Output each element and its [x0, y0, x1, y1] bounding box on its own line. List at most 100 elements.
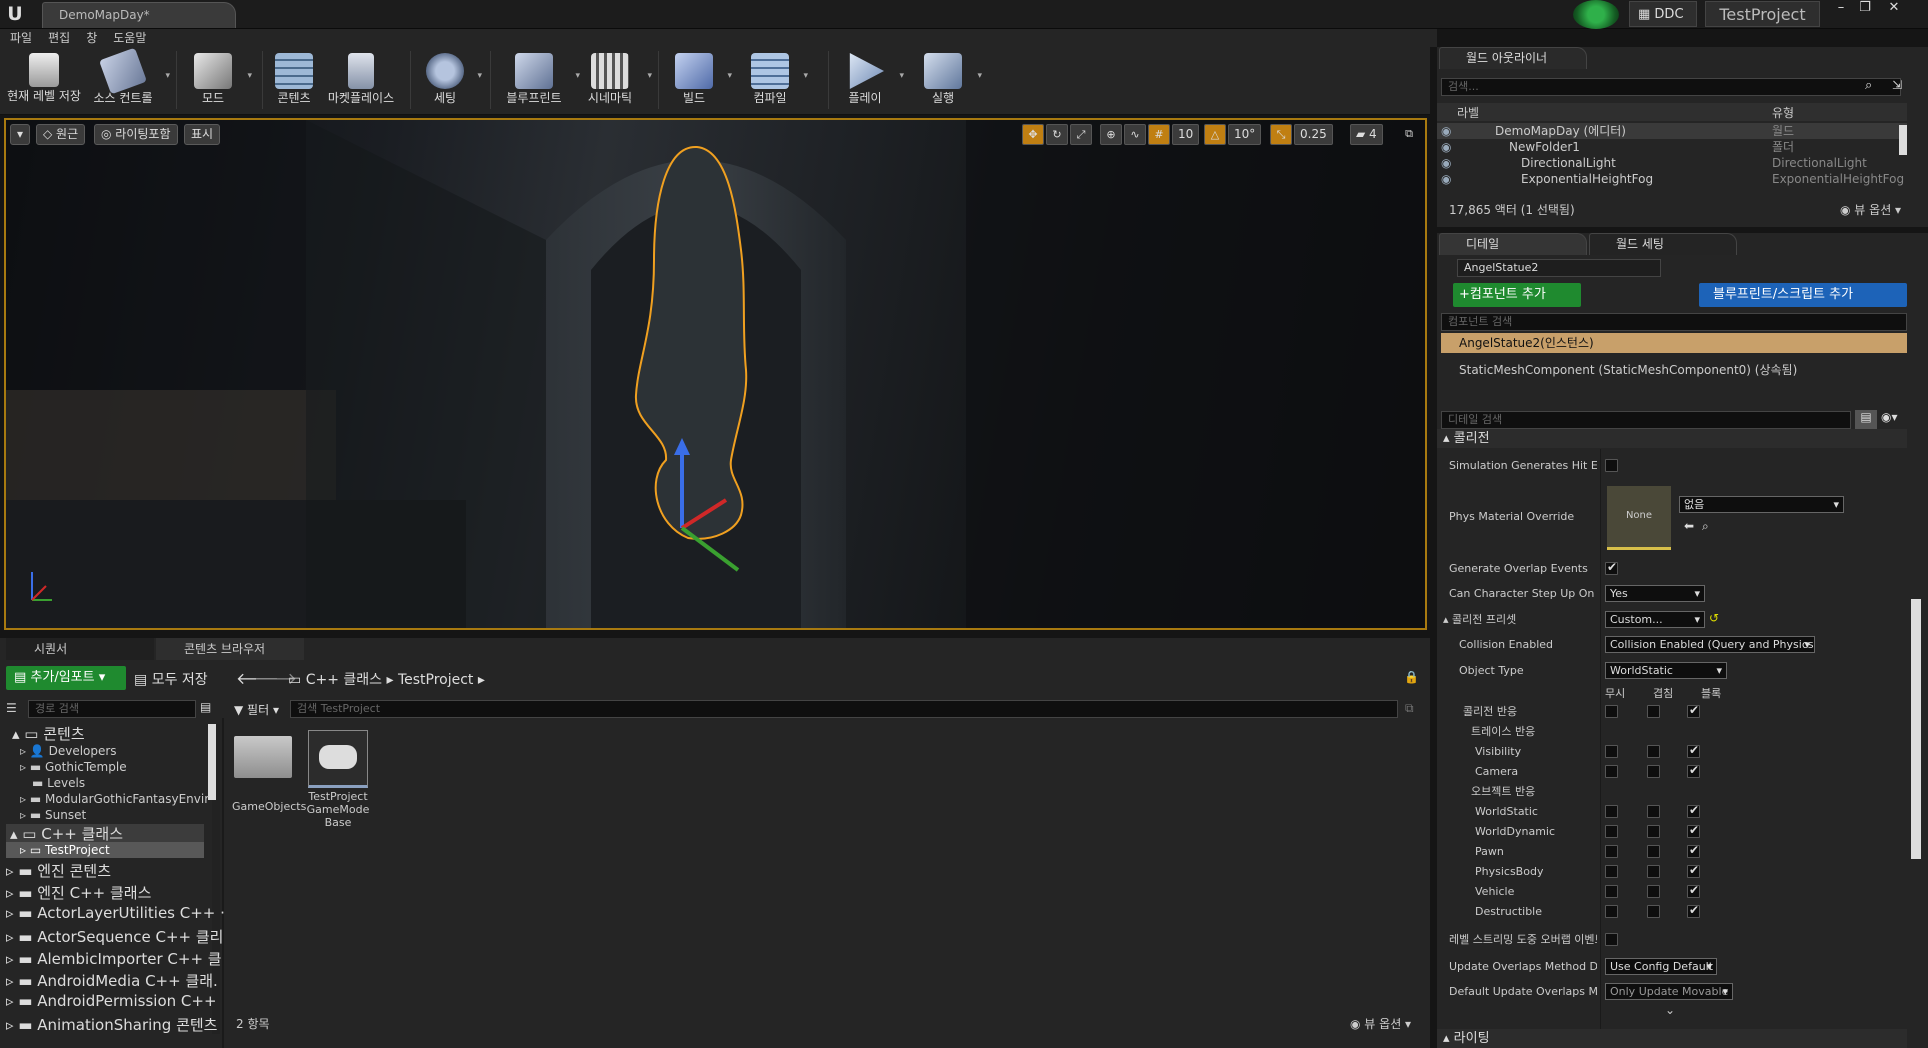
tree-item[interactable]: ▹ ▬ ModularGothicFantasyEnvir	[20, 792, 209, 806]
sources-toggle-icon[interactable]: ☰	[6, 701, 17, 715]
tab-world-settings[interactable]: 월드 세팅	[1589, 233, 1737, 255]
response-checkbox[interactable]	[1647, 865, 1660, 878]
response-checkbox[interactable]	[1605, 765, 1618, 778]
outliner-new-icon[interactable]: ⇲	[1892, 78, 1902, 92]
outliner-search-input[interactable]: 검색...	[1441, 78, 1901, 96]
response-checkbox[interactable]	[1687, 763, 1700, 778]
response-checkbox[interactable]	[1687, 703, 1700, 718]
blueprints-button[interactable]: 블루프린트 ▾	[500, 47, 580, 113]
ddc-button[interactable]: ▦ DDC	[1629, 1, 1697, 27]
rotation-snap-icon[interactable]: △	[1204, 124, 1226, 145]
collision-enabled-combo[interactable]: Collision Enabled (Query and Physics)	[1605, 636, 1815, 653]
source-control-button[interactable]: 소스 컨트롤 ▾	[88, 47, 170, 113]
response-checkbox[interactable]	[1647, 845, 1660, 858]
object-type-combo[interactable]: WorldStatic	[1605, 662, 1727, 679]
response-checkbox[interactable]	[1647, 885, 1660, 898]
breadcrumb-cpp[interactable]: C++ 클래스	[306, 672, 382, 688]
project-button[interactable]: TestProject	[1705, 1, 1820, 27]
response-checkbox[interactable]	[1647, 765, 1660, 778]
column-type[interactable]: 유형	[1772, 104, 1794, 121]
menu-window[interactable]: 창	[86, 29, 97, 47]
document-tab[interactable]: DemoMapDay*	[42, 2, 236, 28]
response-checkbox[interactable]	[1605, 805, 1618, 818]
grid-snap-icon[interactable]: #	[1148, 124, 1170, 145]
scale-icon[interactable]: ⤢	[1070, 124, 1092, 145]
asset-search-input[interactable]: 검색 TestProject	[290, 700, 1398, 718]
asset-tile-gamemode[interactable]: TestProject GameMode Base	[306, 730, 370, 829]
sim-hit-checkbox[interactable]	[1605, 459, 1618, 472]
response-checkbox[interactable]	[1647, 805, 1660, 818]
marketplace-button[interactable]: 마켓플레이스	[326, 47, 396, 113]
content-button[interactable]: 콘텐츠	[268, 47, 320, 113]
gen-overlap-checkbox[interactable]	[1605, 560, 1618, 575]
reset-icon[interactable]: ↺	[1709, 611, 1719, 625]
play-button[interactable]: 플레이 ▾	[838, 47, 904, 113]
settings-button[interactable]: 세팅 ▾	[420, 47, 482, 113]
component-search-input[interactable]: 컴포넌트 검색	[1441, 313, 1907, 331]
response-checkbox[interactable]	[1647, 825, 1660, 838]
tree-item[interactable]: ▹ ▬ GothicTemple	[20, 760, 127, 774]
surface-snap-icon[interactable]: ∿	[1124, 124, 1146, 145]
tree-item[interactable]: ▹ 👤 Developers	[20, 744, 117, 758]
modes-button[interactable]: 모드 ▾	[186, 47, 252, 113]
compile-button[interactable]: 컴파일 ▾	[744, 47, 808, 113]
tree-item[interactable]: ▹ ▬ AnimationSharing 콘텐츠	[6, 1014, 217, 1035]
show-button[interactable]: 표시	[184, 124, 221, 145]
asset-view-options-button[interactable]: ◉ 뷰 옵션 ▾	[1350, 1015, 1411, 1032]
column-label[interactable]: 라벨	[1457, 104, 1479, 121]
collision-preset-row[interactable]: ▴ 콜리전 프리셋	[1443, 613, 1516, 627]
outliner-row[interactable]: ◉ NewFolder1 폴더	[1437, 139, 1907, 155]
response-checkbox[interactable]	[1605, 845, 1618, 858]
property-matrix-icon[interactable]: ▤	[1855, 410, 1877, 430]
collision-preset-combo[interactable]: Custom...	[1605, 611, 1705, 628]
lighting-mode-button[interactable]: ◎ 라이팅포함	[94, 124, 178, 145]
tab-sequencer[interactable]: 시퀀서	[6, 638, 154, 660]
asset-tile-gameobjects[interactable]: GameObjects	[232, 730, 306, 816]
build-button[interactable]: 빌드 ▾	[668, 47, 732, 113]
actor-name-field[interactable]: AngelStatue2	[1457, 259, 1661, 277]
rotation-snap-value[interactable]: 10°	[1228, 124, 1262, 145]
outliner-row[interactable]: ◉ DirectionalLight DirectionalLight	[1437, 155, 1907, 171]
breadcrumb-testproject[interactable]: TestProject	[398, 672, 473, 688]
response-checkbox[interactable]	[1605, 745, 1618, 758]
tree-item[interactable]: ▹ ▬ Sunset	[20, 808, 86, 822]
level-streaming-checkbox[interactable]	[1605, 933, 1618, 946]
viewport-options-button[interactable]: ▾	[10, 124, 30, 145]
can-step-combo[interactable]: Yes	[1605, 585, 1705, 602]
add-blueprint-button[interactable]: 블루프린트/스크립트 추가	[1699, 283, 1907, 307]
tree-item[interactable]: ▹ ▬ AndroidMedia C++ 클래.	[6, 970, 218, 991]
visibility-eye-icon[interactable]: ◉	[1441, 171, 1451, 187]
outliner-row[interactable]: ◉ ExponentialHeightFog ExponentialHeightFo…	[1437, 171, 1907, 187]
add-component-button[interactable]: +컴포넌트 추가	[1453, 283, 1581, 307]
unreal-logo-icon[interactable]: U	[4, 3, 26, 25]
tree-cpp[interactable]: ▴ ▭ C++ 클래스	[10, 823, 123, 844]
response-checkbox[interactable]	[1647, 705, 1660, 718]
visibility-filter-icon[interactable]: ◉▾	[1881, 410, 1898, 424]
phys-material-combo[interactable]: 없음	[1679, 496, 1844, 513]
filters-button[interactable]: ▼ 필터 ▾	[234, 701, 279, 718]
response-checkbox[interactable]	[1687, 903, 1700, 918]
response-checkbox[interactable]	[1605, 885, 1618, 898]
camera-speed-button[interactable]: ▰ 4	[1350, 124, 1383, 145]
lock-icon[interactable]: 🔒	[1404, 670, 1419, 684]
scale-snap-value[interactable]: 0.25	[1294, 124, 1333, 145]
scale-snap-icon[interactable]: ⤡	[1270, 124, 1292, 145]
visibility-eye-icon[interactable]: ◉	[1441, 123, 1451, 139]
response-checkbox[interactable]	[1687, 843, 1700, 858]
tree-testproject[interactable]: ▹ ▭ TestProject	[20, 843, 110, 857]
tree-item[interactable]: ▬ Levels	[32, 776, 85, 790]
response-checkbox[interactable]	[1687, 743, 1700, 758]
close-button[interactable]: ✕	[1882, 1, 1906, 17]
default-update-combo[interactable]: Only Update Movable	[1605, 983, 1733, 1000]
response-checkbox[interactable]	[1605, 905, 1618, 918]
live-coding-icon[interactable]	[1573, 0, 1619, 29]
path-search-input[interactable]: 경로 검색	[28, 700, 196, 718]
browse-icon[interactable]: ⌕	[1702, 519, 1709, 534]
details-scrollbar[interactable]	[1911, 599, 1921, 859]
level-viewport[interactable]: ▾ ◇ 원근 ◎ 라이팅포함 표시 ✥ ↻ ⤢ ⊕ ∿ # 10 △ 10° ⤡…	[4, 118, 1427, 630]
save-button[interactable]: 현재 레벨 저장	[4, 47, 84, 113]
launch-button[interactable]: 실행 ▾	[916, 47, 982, 113]
response-checkbox[interactable]	[1687, 823, 1700, 838]
rotate-icon[interactable]: ↻	[1046, 124, 1068, 145]
menu-edit[interactable]: 편집	[48, 29, 70, 47]
